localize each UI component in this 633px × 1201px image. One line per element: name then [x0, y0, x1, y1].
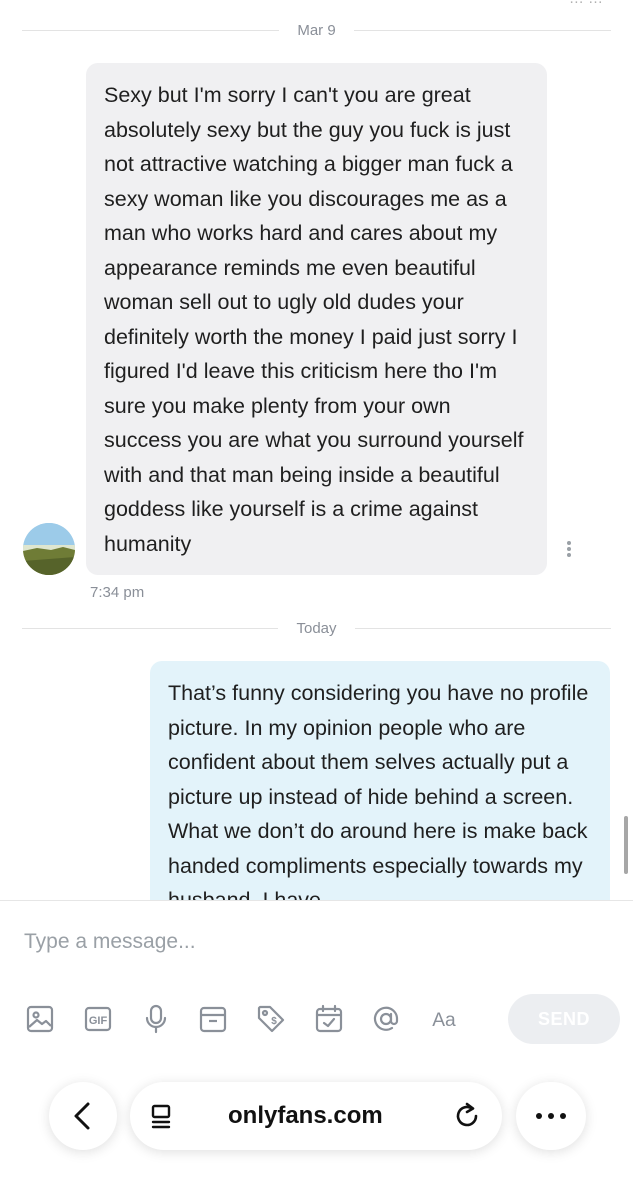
divider-line [22, 627, 279, 629]
more-options-button[interactable] [516, 1082, 586, 1150]
gif-icon[interactable]: GIF [80, 1001, 116, 1037]
gif-label: GIF [89, 1015, 108, 1027]
outgoing-message-bubble[interactable]: That’s funny considering you have no pro… [150, 661, 610, 900]
svg-text:$: $ [271, 1016, 277, 1027]
vault-icon[interactable] [195, 1001, 231, 1037]
scrollbar-thumb[interactable] [624, 816, 628, 874]
url-text: onlyfans.com [228, 1102, 383, 1129]
date-divider-mar9: Mar 9 [22, 20, 611, 40]
date-label: Mar 9 [297, 21, 336, 39]
incoming-message-bubble[interactable]: Sexy but I'm sorry I can't you are great… [86, 63, 547, 575]
message-input[interactable] [22, 921, 606, 963]
mention-icon[interactable] [368, 1001, 404, 1037]
calendar-icon[interactable] [311, 1001, 347, 1037]
text-format-label: Aa [432, 1010, 456, 1031]
truncated-header-text: … … [569, 0, 603, 7]
send-button[interactable]: SEND [508, 994, 620, 1044]
divider-line [353, 29, 611, 31]
price-tag-icon[interactable]: $ [253, 1001, 289, 1037]
image-icon[interactable] [22, 1001, 58, 1037]
message-options-icon[interactable] [561, 538, 577, 560]
date-label: Today [296, 619, 337, 637]
chat-thread: … … Mar 9 Sexy but I'm sorry I can't you… [0, 0, 633, 900]
tabs-icon[interactable] [150, 1104, 176, 1130]
back-arrow-icon [74, 1102, 90, 1130]
browser-bottom-bar: onlyfans.com [0, 1076, 633, 1160]
message-timestamp: 7:34 pm [90, 584, 145, 601]
divider-line [354, 627, 611, 629]
more-dots-icon [536, 1113, 566, 1119]
sender-avatar[interactable] [23, 523, 75, 575]
reload-icon[interactable] [452, 1101, 482, 1131]
date-divider-today: Today [22, 618, 611, 638]
back-button[interactable] [49, 1082, 117, 1150]
text-format-icon[interactable]: Aa [424, 1001, 464, 1037]
microphone-icon[interactable] [138, 1001, 174, 1037]
landscape-avatar-image [23, 523, 75, 575]
divider-line [22, 29, 280, 31]
address-bar[interactable]: onlyfans.com [130, 1082, 502, 1150]
